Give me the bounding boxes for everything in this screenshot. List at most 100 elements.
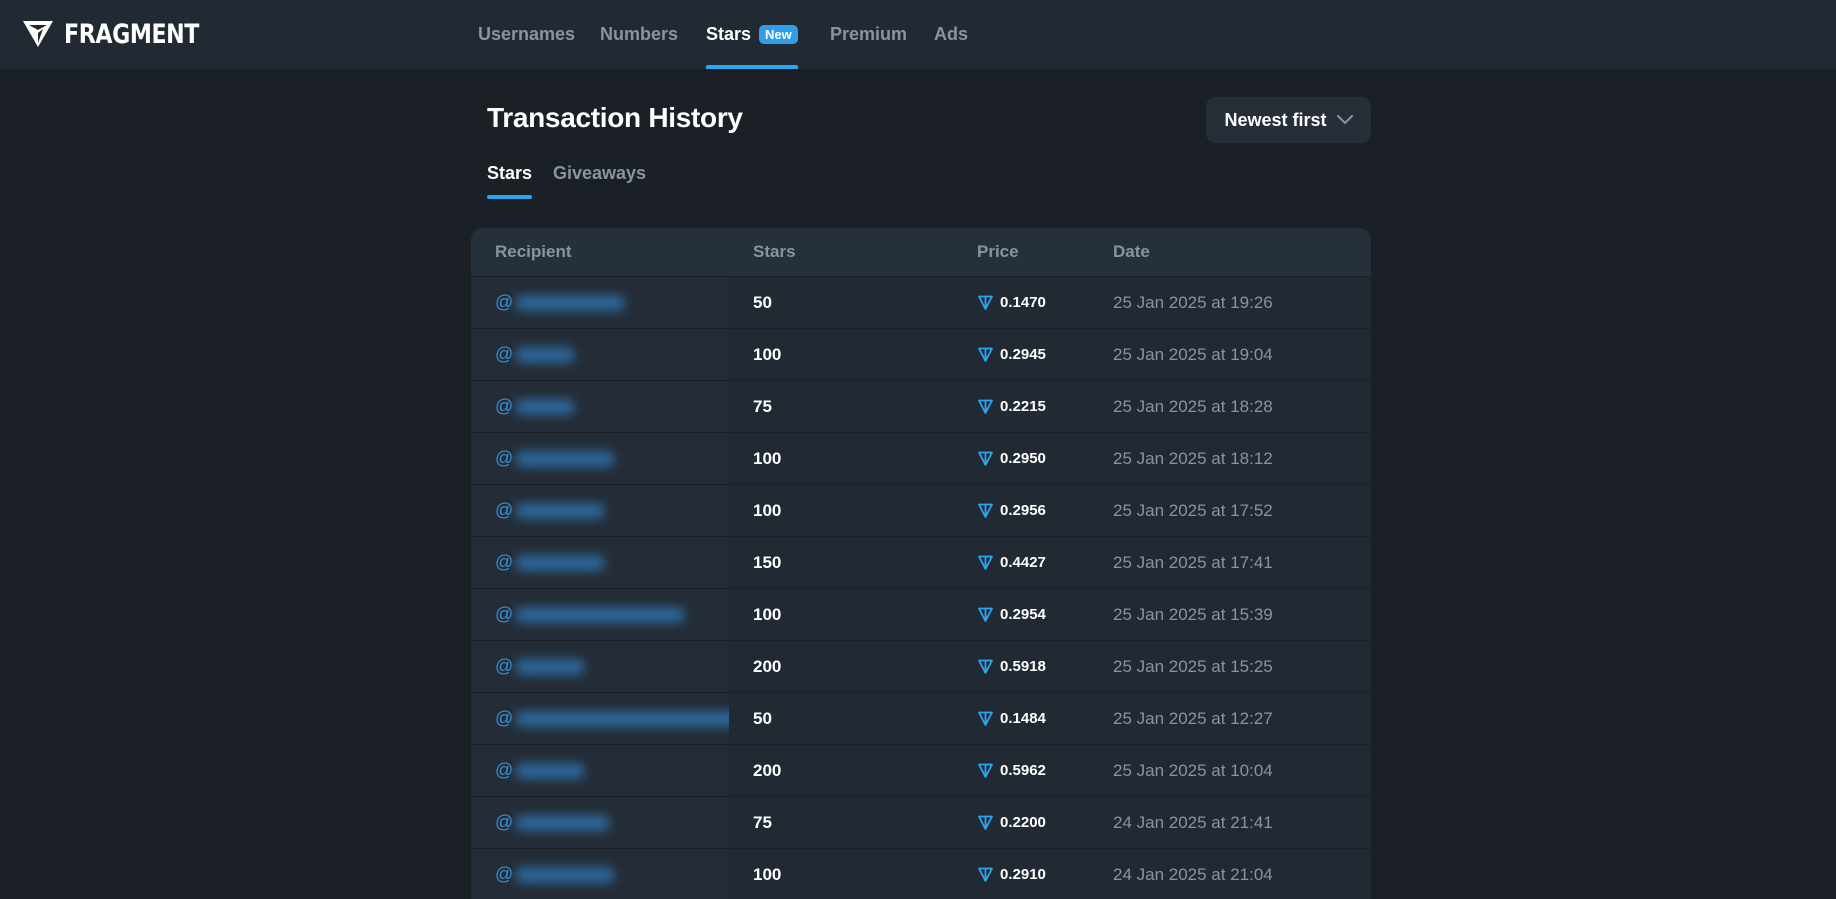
recipient-link[interactable]: @ — [471, 745, 729, 796]
recipient-prefix: @ — [495, 760, 514, 780]
recipient-link[interactable]: @ — [471, 329, 729, 380]
transaction-date: 24 Jan 2025 at 21:41 — [1113, 813, 1273, 832]
recipient-link[interactable]: @ — [471, 641, 729, 692]
stars-amount: 50 — [753, 709, 772, 728]
price-value: 0.5962 — [1000, 762, 1046, 779]
table-row[interactable]: @100 0.2956 25 Jan 2025 at 17:52 — [471, 484, 1371, 536]
price-cell: 0.2956 — [977, 485, 1046, 536]
stars-amount: 100 — [753, 345, 782, 364]
redacted-username — [515, 763, 586, 780]
table-row[interactable]: @100 0.2945 25 Jan 2025 at 19:04 — [471, 328, 1371, 380]
price-value: 0.5918 — [1000, 658, 1046, 675]
redacted-username — [515, 503, 606, 520]
column-header-price: Price — [977, 242, 1019, 261]
table-header: Recipient Stars Price Date — [471, 228, 1371, 276]
nav-item-ads[interactable]: Ads — [934, 0, 968, 69]
recipient-link[interactable]: @ — [471, 433, 729, 484]
transaction-date: 25 Jan 2025 at 10:04 — [1113, 761, 1273, 780]
price-cell: 0.4427 — [977, 537, 1046, 588]
main-nav: Usernames Numbers Stars New Premium Ads — [0, 0, 1836, 69]
price-cell: 0.5918 — [977, 641, 1046, 692]
recipient-prefix: @ — [495, 604, 514, 624]
stars-amount: 100 — [753, 449, 782, 468]
chevron-down-icon — [1336, 115, 1353, 125]
recipient-prefix: @ — [495, 396, 514, 416]
nav-item-usernames[interactable]: Usernames — [478, 0, 575, 69]
ton-icon — [977, 866, 994, 883]
nav-item-numbers[interactable]: Numbers — [600, 0, 678, 69]
price-cell: 0.5962 — [977, 745, 1046, 796]
ton-icon — [977, 762, 994, 779]
table-row[interactable]: @50 0.1484 25 Jan 2025 at 12:27 — [471, 692, 1371, 744]
table-row[interactable]: @100 0.2910 24 Jan 2025 at 21:04 — [471, 848, 1371, 899]
ton-icon — [977, 346, 994, 363]
recipient-link[interactable]: @ — [471, 537, 729, 588]
price-value: 0.1470 — [1000, 294, 1046, 311]
ton-icon — [977, 398, 994, 415]
price-cell: 0.2200 — [977, 797, 1046, 848]
table-row[interactable]: @50 0.1470 25 Jan 2025 at 19:26 — [471, 276, 1371, 328]
recipient-link[interactable]: @ — [471, 693, 729, 744]
column-header-recipient: Recipient — [495, 242, 572, 261]
recipient-link[interactable]: @ — [471, 589, 729, 640]
nav-item-premium[interactable]: Premium — [830, 0, 907, 69]
recipient-link[interactable]: @ — [471, 849, 729, 899]
page-title: Transaction History — [487, 102, 743, 133]
price-cell: 0.2910 — [977, 849, 1046, 899]
recipient-prefix: @ — [495, 292, 514, 312]
nav-item-label: Premium — [830, 24, 908, 44]
transaction-date: 25 Jan 2025 at 19:04 — [1113, 345, 1273, 364]
table-row[interactable]: @200 0.5962 25 Jan 2025 at 10:04 — [471, 744, 1371, 796]
stars-amount: 50 — [753, 293, 772, 312]
ton-icon — [977, 814, 994, 831]
stars-amount: 100 — [753, 501, 782, 520]
new-badge: New — [759, 25, 798, 44]
recipient-prefix: @ — [495, 344, 514, 364]
ton-icon — [977, 450, 994, 467]
table-row[interactable]: @150 0.4427 25 Jan 2025 at 17:41 — [471, 536, 1371, 588]
sort-dropdown[interactable]: Newest first — [1206, 97, 1371, 143]
redacted-username — [515, 815, 611, 832]
transaction-date: 25 Jan 2025 at 15:39 — [1113, 605, 1273, 624]
recipient-prefix: @ — [495, 812, 514, 832]
transaction-date: 25 Jan 2025 at 12:27 — [1113, 709, 1273, 728]
ton-icon — [977, 554, 994, 571]
recipient-link[interactable]: @ — [471, 277, 729, 328]
table-row[interactable]: @200 0.5918 25 Jan 2025 at 15:25 — [471, 640, 1371, 692]
ton-icon — [977, 710, 994, 727]
table-row[interactable]: @75 0.2215 25 Jan 2025 at 18:28 — [471, 380, 1371, 432]
price-cell: 0.2950 — [977, 433, 1046, 484]
ton-icon — [977, 606, 994, 623]
recipient-prefix: @ — [495, 864, 514, 884]
transaction-date: 25 Jan 2025 at 18:12 — [1113, 449, 1273, 468]
recipient-link[interactable]: @ — [471, 381, 729, 432]
column-header-date: Date — [1113, 242, 1150, 261]
table-row[interactable]: @100 0.2954 25 Jan 2025 at 15:39 — [471, 588, 1371, 640]
ton-icon — [977, 294, 994, 311]
recipient-link[interactable]: @ — [471, 485, 729, 536]
price-cell: 0.1484 — [977, 693, 1046, 744]
nav-item-stars[interactable]: Stars New — [706, 0, 798, 69]
price-cell: 0.2215 — [977, 381, 1046, 432]
column-header-stars: Stars — [753, 242, 796, 261]
stars-amount: 200 — [753, 657, 782, 676]
price-value: 0.2910 — [1000, 866, 1046, 883]
recipient-prefix: @ — [495, 500, 514, 520]
redacted-username — [515, 711, 729, 728]
tab-giveaways[interactable]: Giveaways — [553, 163, 646, 199]
recipient-link[interactable]: @ — [471, 797, 729, 848]
recipient-prefix: @ — [495, 448, 514, 468]
price-cell: 0.1470 — [977, 277, 1046, 328]
transaction-date: 24 Jan 2025 at 21:04 — [1113, 865, 1273, 884]
price-cell: 0.2945 — [977, 329, 1046, 380]
stars-amount: 100 — [753, 865, 782, 884]
price-value: 0.2956 — [1000, 502, 1046, 519]
table-row[interactable]: @75 0.2200 24 Jan 2025 at 21:41 — [471, 796, 1371, 848]
table-row[interactable]: @100 0.2950 25 Jan 2025 at 18:12 — [471, 432, 1371, 484]
transaction-date: 25 Jan 2025 at 17:41 — [1113, 553, 1273, 572]
tab-stars[interactable]: Stars — [487, 163, 533, 199]
redacted-username — [515, 399, 576, 416]
sort-label: Newest first — [1224, 109, 1327, 130]
price-value: 0.2950 — [1000, 450, 1046, 467]
recipient-prefix: @ — [495, 656, 514, 676]
